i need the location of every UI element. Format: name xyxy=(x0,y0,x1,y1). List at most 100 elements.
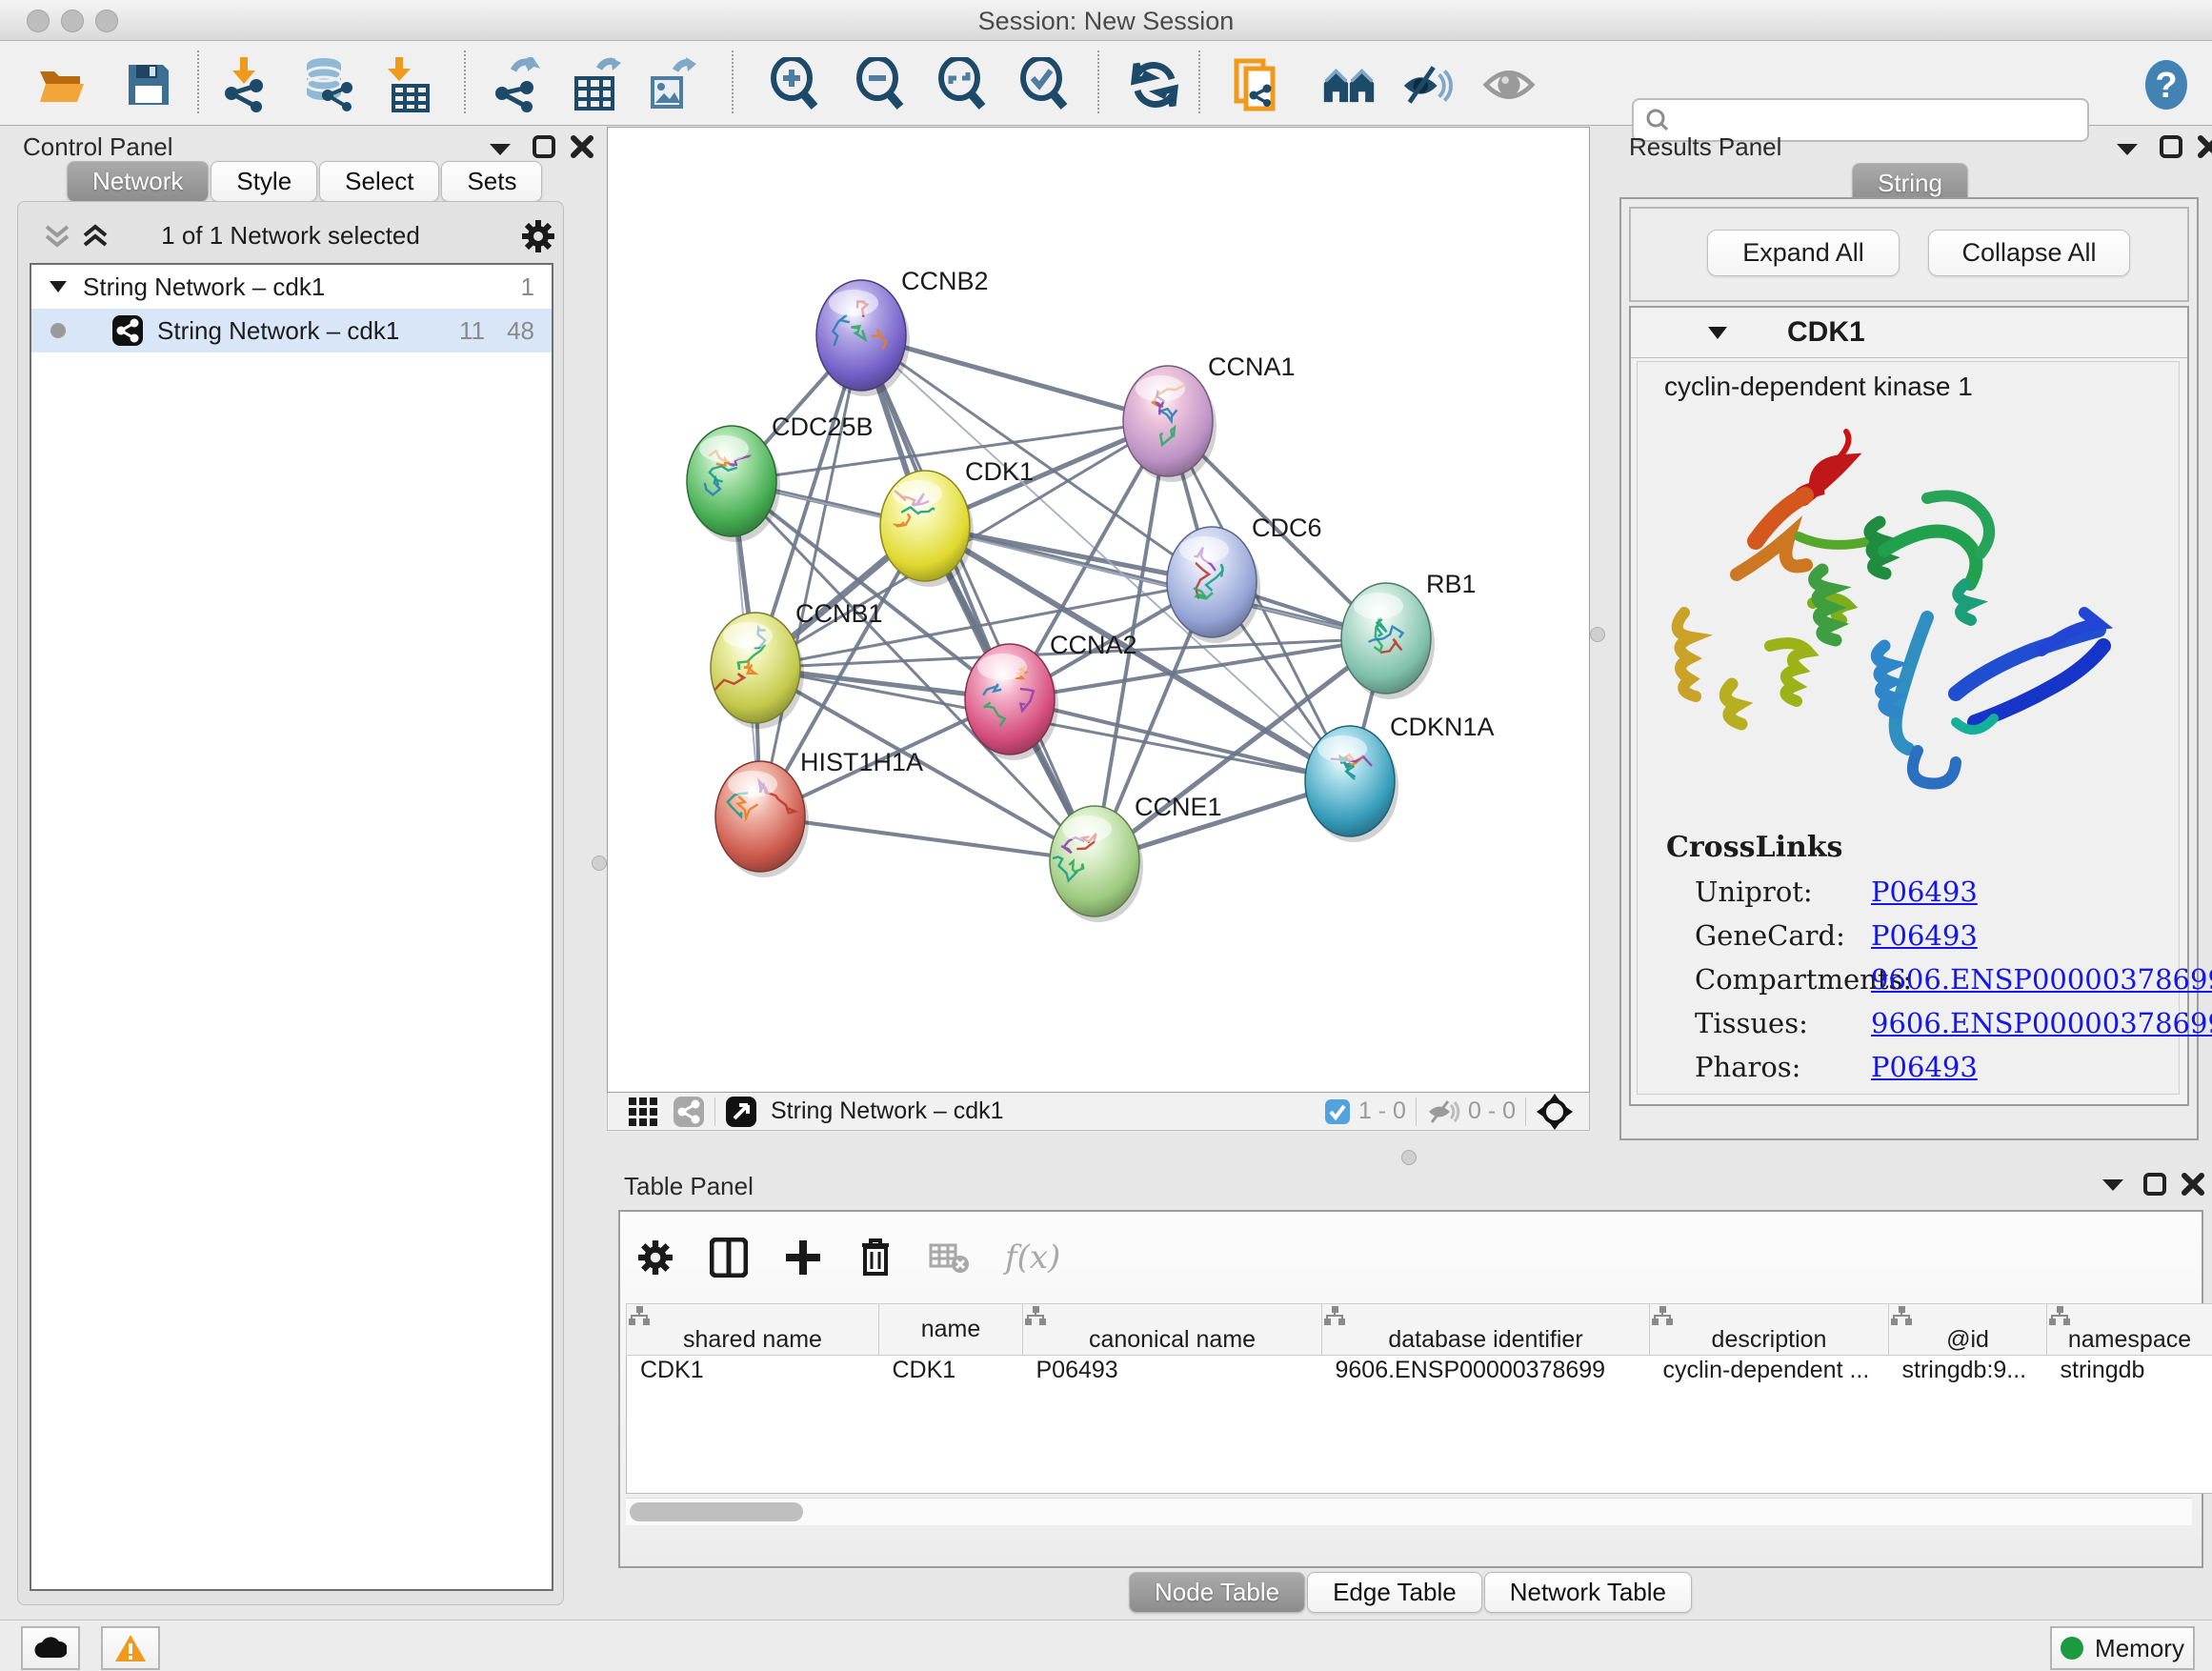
column-header-shared-name[interactable]: shared name xyxy=(627,1304,879,1356)
collection-expander-icon[interactable] xyxy=(49,280,68,293)
column-header-namespace[interactable]: namespace xyxy=(2047,1304,2212,1356)
network-collection-row[interactable]: String Network – cdk1 1 xyxy=(31,265,552,309)
crosslink-url[interactable]: P06493 xyxy=(1871,919,1978,952)
toolbar-separator xyxy=(197,50,199,113)
first-neighbors-icon[interactable] xyxy=(1322,58,1376,111)
float-panel-icon[interactable] xyxy=(532,134,556,159)
network-row[interactable]: String Network – cdk1 11 48 xyxy=(31,309,552,352)
table-cell[interactable]: cyclin-dependent ... xyxy=(1650,1356,1889,1494)
window-title: Session: New Session xyxy=(0,7,2212,36)
node-table-header: shared namenamecanonical namedatabase id… xyxy=(627,1304,2212,1356)
splitter-handle[interactable] xyxy=(1590,627,1605,642)
network-node[interactable]: CDC25B xyxy=(687,413,874,542)
zoom-in-icon[interactable] xyxy=(768,58,821,111)
network-node[interactable]: CDKN1A xyxy=(1305,713,1495,842)
tab-edge-table[interactable]: Edge Table xyxy=(1307,1572,1482,1613)
save-session-icon[interactable] xyxy=(122,58,175,111)
splitter-handle[interactable] xyxy=(592,856,607,871)
collapse-all-button[interactable]: Collapse All xyxy=(1928,230,2130,276)
table-cell[interactable]: stringdb xyxy=(2047,1356,2212,1494)
crosslink-url[interactable]: 9606.ENSP00000378699 xyxy=(1871,1007,2212,1039)
import-network-icon[interactable] xyxy=(217,58,271,111)
tab-node-table[interactable]: Node Table xyxy=(1129,1572,1305,1613)
grid-view-icon[interactable] xyxy=(627,1096,659,1128)
network-edge[interactable] xyxy=(1010,699,1350,781)
warnings-button[interactable] xyxy=(101,1626,160,1670)
tab-network-table[interactable]: Network Table xyxy=(1484,1572,1692,1613)
network-view-canvas[interactable]: CCNB2 CCNA1 CDC25B CDK1 CDC6 R xyxy=(607,127,1590,1093)
float-panel-icon[interactable] xyxy=(2159,134,2183,159)
gene-section-header[interactable]: CDK1 xyxy=(1631,308,2187,358)
delete-column-icon[interactable] xyxy=(858,1238,893,1278)
float-panel-icon[interactable] xyxy=(2142,1172,2167,1197)
hide-selected-icon[interactable] xyxy=(1400,58,1454,111)
panel-menu-icon[interactable] xyxy=(2101,1178,2125,1193)
tab-network[interactable]: Network xyxy=(67,161,209,202)
network-node[interactable]: RB1 xyxy=(1341,570,1477,699)
close-panel-icon[interactable] xyxy=(570,134,594,159)
help-icon[interactable]: ? xyxy=(2140,58,2193,111)
zoom-out-icon[interactable] xyxy=(854,58,907,111)
crosslink-url[interactable]: 9606.ENSP00000378699 xyxy=(1871,963,2212,996)
close-panel-icon[interactable] xyxy=(2197,134,2212,159)
show-columns-icon[interactable] xyxy=(710,1238,748,1278)
network-edge[interactable] xyxy=(760,335,861,816)
cloud-status-button[interactable] xyxy=(21,1626,80,1670)
column-header-description[interactable]: description xyxy=(1650,1304,1889,1356)
scrollbar-thumb[interactable] xyxy=(630,1502,803,1521)
table-cell[interactable]: stringdb:9... xyxy=(1889,1356,2047,1494)
import-table-icon[interactable] xyxy=(383,58,436,111)
column-header-canonical-name[interactable]: canonical name xyxy=(1023,1304,1322,1356)
memory-button[interactable]: Memory xyxy=(2050,1626,2195,1670)
panel-menu-icon[interactable] xyxy=(2115,142,2140,157)
table-options-gear-icon[interactable] xyxy=(637,1239,674,1276)
table-cell[interactable]: CDK1 xyxy=(879,1356,1023,1494)
tab-select[interactable]: Select xyxy=(319,161,439,202)
node-table-content: f(x) shared namenamecanonical namedataba… xyxy=(618,1210,2203,1568)
selected-checkbox-icon[interactable] xyxy=(1324,1098,1351,1125)
tab-sets[interactable]: Sets xyxy=(441,161,542,202)
expand-all-button[interactable]: Expand All xyxy=(1707,230,1900,276)
birds-eye-view-icon[interactable] xyxy=(1536,1093,1574,1131)
table-row[interactable]: CDK1CDK1P064939606.ENSP00000378699cyclin… xyxy=(627,1356,2212,1494)
export-image-icon[interactable] xyxy=(644,58,697,111)
table-horizontal-scrollbar[interactable] xyxy=(626,1498,2192,1525)
tab-style[interactable]: Style xyxy=(211,161,317,202)
show-all-icon[interactable] xyxy=(1482,58,1536,111)
network-node[interactable]: CDC6 xyxy=(1167,513,1322,643)
network-node[interactable]: CCNE1 xyxy=(1050,793,1222,922)
export-network-icon[interactable] xyxy=(488,58,541,111)
zoom-selected-icon[interactable] xyxy=(1017,58,1071,111)
crosslink-row: GeneCard:P06493 xyxy=(1695,919,2179,963)
network-options-gear-icon[interactable] xyxy=(521,219,555,253)
import-database-icon[interactable] xyxy=(301,58,354,111)
export-table-icon[interactable] xyxy=(570,58,623,111)
gene-section: CDK1 cyclin-dependent kinase 1 xyxy=(1629,306,2189,1106)
section-expander-icon[interactable] xyxy=(1707,326,1728,340)
warning-icon xyxy=(114,1634,147,1662)
detach-view-icon[interactable] xyxy=(725,1096,757,1128)
crosslink-row: Uniprot:P06493 xyxy=(1695,876,2179,919)
duplicate-network-icon[interactable] xyxy=(1231,58,1284,111)
network-edge[interactable] xyxy=(760,816,1095,861)
network-node[interactable]: CCNA2 xyxy=(965,631,1137,760)
network-edge[interactable] xyxy=(861,335,1095,861)
toolbar-separator xyxy=(732,50,734,113)
panel-menu-icon[interactable] xyxy=(488,142,513,157)
table-cell[interactable]: P06493 xyxy=(1023,1356,1322,1494)
open-file-icon[interactable] xyxy=(36,58,90,111)
refresh-icon[interactable] xyxy=(1128,58,1181,111)
table-cell[interactable]: 9606.ENSP00000378699 xyxy=(1322,1356,1650,1494)
column-header-database-identifier[interactable]: database identifier xyxy=(1322,1304,1650,1356)
column-header-name[interactable]: name xyxy=(879,1304,1023,1356)
add-column-icon[interactable] xyxy=(784,1238,822,1277)
network-node[interactable]: CCNB2 xyxy=(816,267,989,396)
close-panel-icon[interactable] xyxy=(2181,1172,2205,1197)
crosslink-url[interactable]: P06493 xyxy=(1871,876,1978,908)
zoom-fit-icon[interactable] xyxy=(935,58,989,111)
network-node[interactable]: CDK1 xyxy=(880,457,1034,587)
crosslink-url[interactable]: P06493 xyxy=(1871,1051,1978,1083)
table-cell[interactable]: CDK1 xyxy=(627,1356,879,1494)
column-header--id[interactable]: @id xyxy=(1889,1304,2047,1356)
network-node[interactable]: HIST1H1A xyxy=(715,748,923,877)
